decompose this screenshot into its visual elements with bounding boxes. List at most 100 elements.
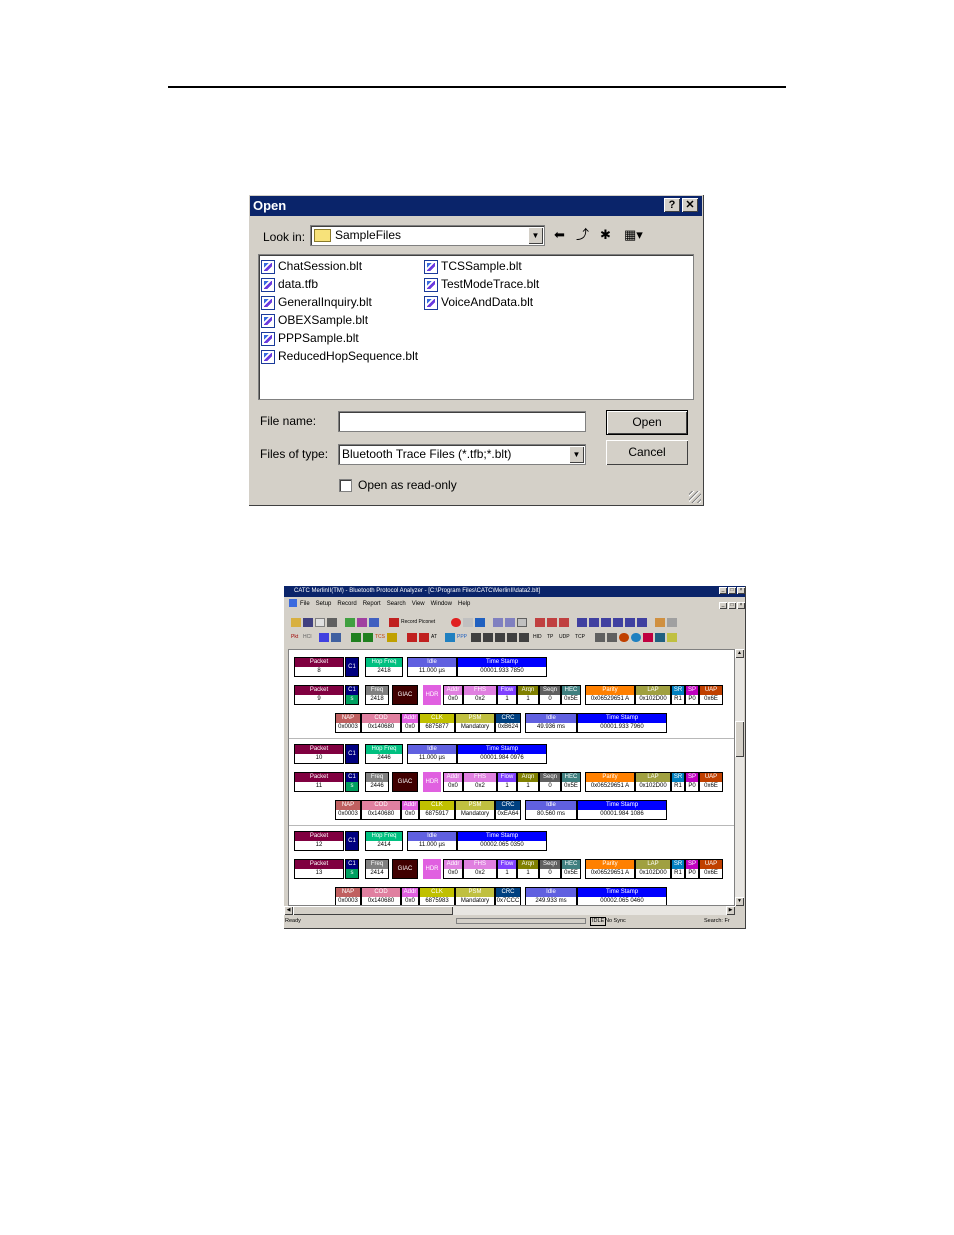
chevron-down-icon[interactable]: ▼ [528,227,543,244]
doc-close-button[interactable]: × [737,602,745,609]
cod-field[interactable]: COD 0x140680 [361,887,401,905]
channel-field[interactable]: C1 [345,744,359,764]
file-item[interactable]: GeneralInquiry.blt [261,293,372,311]
filter-icon[interactable] [345,618,355,627]
crc-field[interactable]: CRC 0xB624 [495,713,521,733]
maximize-button[interactable]: □ [728,587,736,594]
file-item[interactable]: ChatSession.blt [261,257,362,275]
scroll-left-icon[interactable]: ◀ [284,906,293,915]
channel-field[interactable]: C1 s [345,685,359,705]
packet-field[interactable]: Packet 8 [294,657,344,677]
hec-field[interactable]: HEC 0x5E [561,772,581,792]
horizontal-scrollbar[interactable]: ◀ ▶ [284,906,735,915]
parity-field[interactable]: Parity 0x06529651 A [585,772,635,792]
fhs-field[interactable]: FHS 0x2 [463,685,497,705]
readonly-checkbox[interactable] [339,479,352,492]
hopfreq-field[interactable]: Hop Freq 2414 [365,831,403,851]
giac-field[interactable]: GIAC [392,685,418,705]
idle-field[interactable]: Idle 11.000 µs [407,744,457,764]
psm-field[interactable]: PSM Mandatory [455,887,495,905]
timestamp-field[interactable]: Time Stamp 00001.984 0976 [457,744,547,764]
nap-field[interactable]: NAP 0x0003 [335,800,361,820]
minimize-button[interactable]: _ [719,587,727,594]
psm-field[interactable]: PSM Mandatory [455,713,495,733]
lap-field[interactable]: LAP 0x102D00 [635,772,671,792]
timestamp-field[interactable]: Time Stamp 00001.933 7850 [457,657,547,677]
packet-field[interactable]: Packet 12 [294,831,344,851]
zoom-in-icon[interactable] [493,618,503,627]
timer-icon[interactable] [619,633,629,642]
lmp-icon[interactable] [319,633,329,642]
arqn-field[interactable]: Arqn 1 [517,772,539,792]
channel-field[interactable]: C1 s [345,772,359,792]
menu-file[interactable]: File [300,601,310,607]
trace-view[interactable]: Packet 8 C1 Hop Freq 2418 Idle 11.000 µs Time S… [288,649,735,906]
tools-icon[interactable] [655,618,665,627]
timing-icon[interactable] [625,618,635,627]
timestamp-field[interactable]: Time Stamp 00001.984 1086 [577,800,667,820]
edit-comment-icon[interactable] [613,618,623,627]
resize-grip[interactable] [689,491,701,503]
clk-field[interactable]: CLK 6875983 [419,887,455,905]
ppp-toggle[interactable]: PPP [457,632,467,643]
packet-field[interactable]: Packet 11 [294,772,344,792]
udp-toggle[interactable]: UDP [559,632,570,643]
vertical-scrollbar[interactable]: ▲ ▼ [735,649,744,906]
stop-icon[interactable] [451,618,461,627]
preview-icon[interactable] [315,618,325,627]
record-icon[interactable] [389,618,399,627]
packet-field[interactable]: Packet 9 [294,685,344,705]
traffic-icon[interactable] [655,633,665,642]
lap-field[interactable]: LAP 0x102D00 [635,685,671,705]
flow-field[interactable]: Flow 1 [497,772,517,792]
status-icon[interactable] [475,618,485,627]
obex3-icon[interactable] [419,633,429,642]
rfcomm-icon[interactable] [363,633,373,642]
file-item[interactable]: TCSSample.blt [424,257,522,275]
goto-packet-icon[interactable] [547,618,557,627]
bnep-icon[interactable] [495,633,505,642]
menu-record[interactable]: Record [337,601,356,607]
close-button[interactable]: ✕ [682,198,698,212]
merlin-titlebar[interactable]: CATC MerlinII(TM) - Bluetooth Protocol A… [284,586,745,597]
freq-field[interactable]: Freq 2418 [365,685,389,705]
sr-field[interactable]: SR R1 [671,859,685,879]
am-field[interactable]: Addr 0x0 [401,713,419,733]
cancel-button[interactable]: Cancel [606,440,688,465]
cod-field[interactable]: COD 0x140680 [361,800,401,820]
ipcp-icon[interactable] [483,633,493,642]
seqn-field[interactable]: Seqn 0 [539,685,561,705]
zoom-out-icon[interactable] [505,618,515,627]
tcp-toggle[interactable]: TCP [575,632,585,643]
flow-field[interactable]: Flow 1 [497,859,517,879]
packet-field[interactable]: Packet 10 [294,744,344,764]
fhs-field[interactable]: FHS 0x2 [463,772,497,792]
scroll-down-icon[interactable]: ▼ [735,897,744,906]
display-options-icon[interactable] [369,618,379,627]
fhs-field[interactable]: FHS 0x2 [463,859,497,879]
hdr-field[interactable]: HDR [423,772,441,792]
sdp-icon[interactable] [351,633,361,642]
cod-field[interactable]: COD 0x140680 [361,713,401,733]
channel-field[interactable]: C1 [345,831,359,851]
obex2-icon[interactable] [407,633,417,642]
idle-field[interactable]: Idle 80.560 ms [525,800,577,820]
look-in-combo[interactable]: SampleFiles ▼ [310,225,545,246]
hec-field[interactable]: HEC 0x5E [561,685,581,705]
packet-field[interactable]: Packet 13 [294,859,344,879]
arqn-field[interactable]: Arqn 1 [517,859,539,879]
pkt-toggle[interactable]: Pkt [291,632,298,643]
freq-field[interactable]: Freq 2414 [365,859,389,879]
am-field[interactable]: Addr 0x0 [401,800,419,820]
nap-field[interactable]: NAP 0x0003 [335,713,361,733]
help-button[interactable]: ? [664,198,680,212]
file-item[interactable]: data.tfb [261,275,318,293]
menu-report[interactable]: Report [363,601,381,607]
goto-trigger-icon[interactable] [535,618,545,627]
close-button[interactable]: × [737,587,745,594]
idle-field[interactable]: Idle 11.000 µs [407,657,457,677]
dialog-titlebar[interactable]: Open [250,196,702,216]
addr-field[interactable]: Addr 0x0 [443,772,463,792]
open-icon[interactable] [291,618,301,627]
help-icon[interactable] [667,618,677,627]
